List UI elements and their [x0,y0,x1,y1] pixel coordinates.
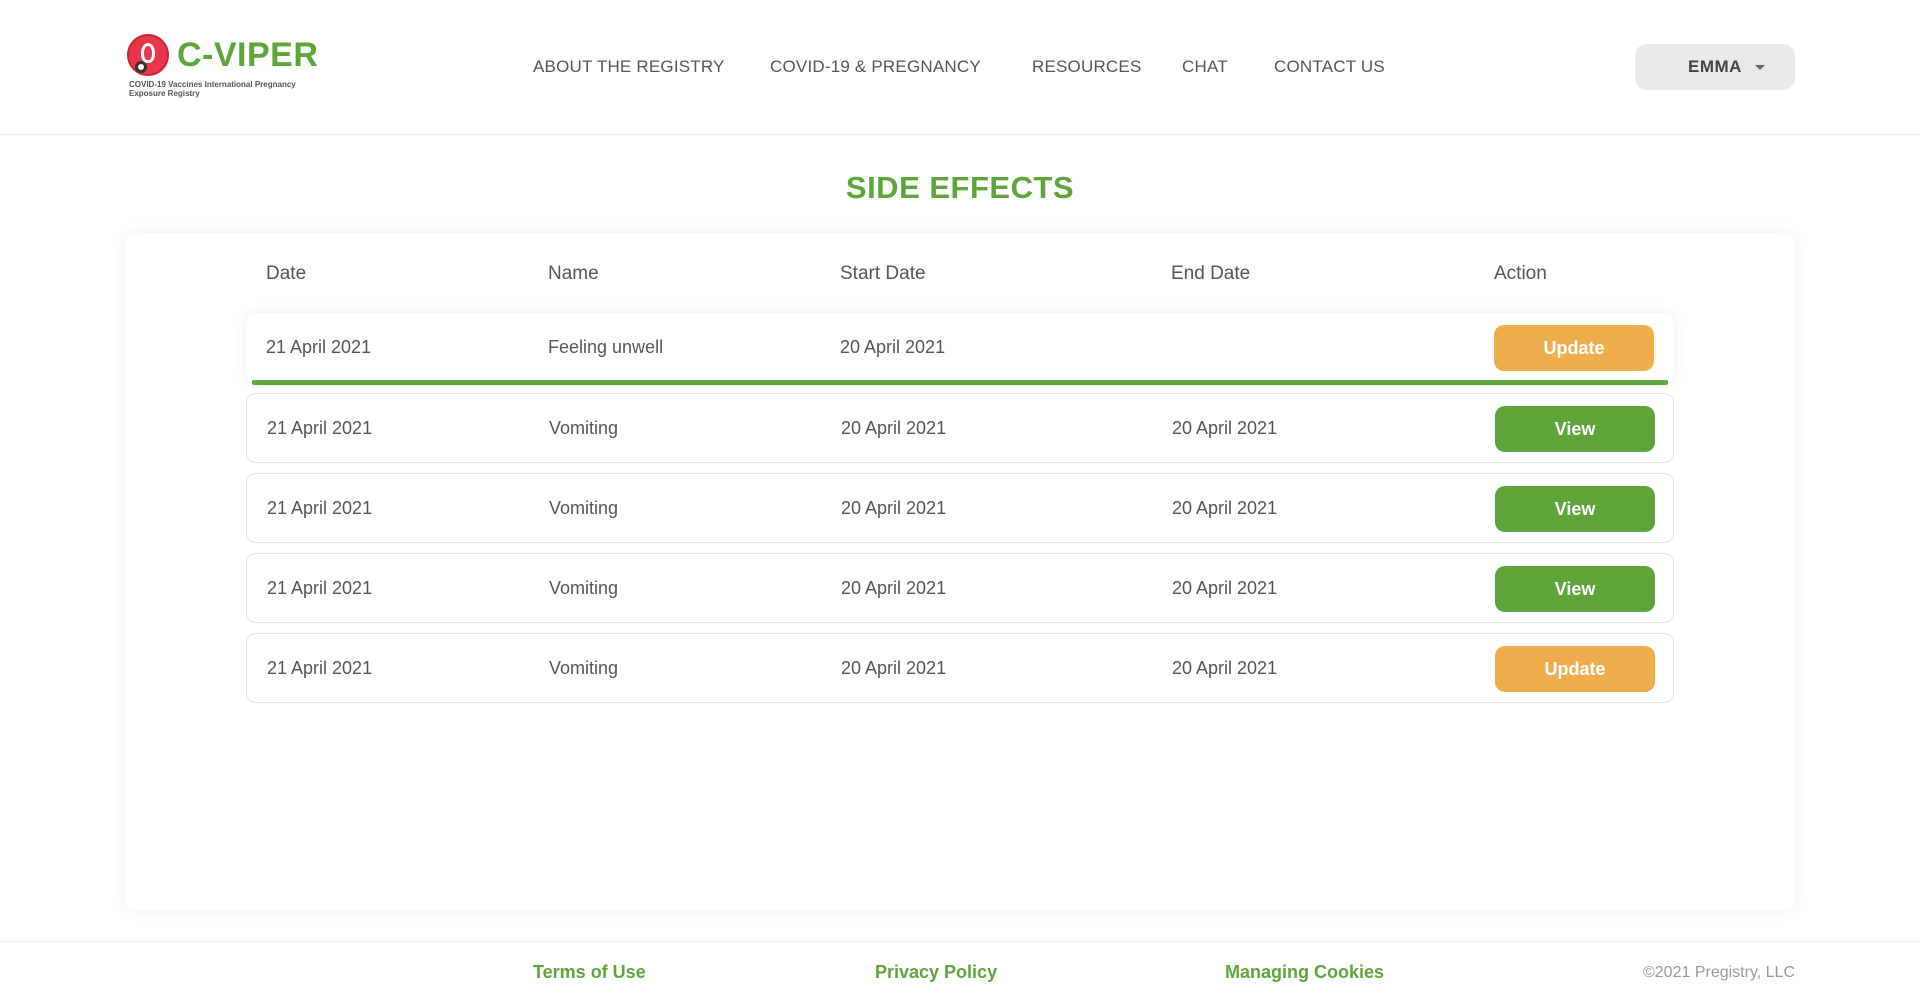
column-header-date: Date [266,263,307,284]
nav-about-registry[interactable]: ABOUT THE REGISTRY [533,57,725,77]
nav-contact-us[interactable]: CONTACT US [1274,57,1385,77]
cell-end-date: 20 April 2021 [1172,418,1278,438]
cell-start-date: 20 April 2021 [841,418,947,438]
site-header: C-VIPER COVID-19 Vaccines International … [0,0,1920,135]
cell-date: 21 April 2021 [266,337,372,357]
cell-date: 21 April 2021 [267,578,373,598]
managing-cookies-link[interactable]: Managing Cookies [1225,962,1384,983]
table-row[interactable]: 21 April 2021 Vomiting 20 April 2021 20 … [246,553,1674,623]
cell-name: Vomiting [549,578,619,598]
table-header: Date Name Start Date End Date Action [125,233,1795,313]
update-button[interactable]: Update [1494,325,1654,371]
view-button[interactable]: View [1495,486,1655,532]
cell-name: Vomiting [549,658,619,678]
caret-down-icon [1755,65,1765,70]
logo-icon [127,34,169,76]
cell-name: Feeling unwell [548,337,664,357]
copyright-text: ©2021 Pregistry, LLC [1642,964,1795,981]
user-name: EMMA [1688,57,1742,76]
logo-subtitle: COVID-19 Vaccines International Pregnanc… [129,80,296,98]
column-header-start-date: Start Date [840,263,926,284]
cell-date: 21 April 2021 [267,658,373,678]
column-header-end-date: End Date [1171,263,1251,284]
cell-end-date: 20 April 2021 [1172,658,1278,678]
cell-start-date: 20 April 2021 [841,658,947,678]
cell-date: 21 April 2021 [267,418,373,438]
cell-date: 21 April 2021 [267,498,373,518]
view-button[interactable]: View [1495,566,1655,612]
cell-end-date: 20 April 2021 [1172,498,1278,518]
cell-start-date: 20 April 2021 [841,498,947,518]
logo[interactable]: C-VIPER COVID-19 Vaccines International … [127,34,327,104]
table-row[interactable]: 21 April 2021 Vomiting 20 April 2021 20 … [246,633,1674,703]
cell-end-date: 20 April 2021 [1172,578,1278,598]
cell-name: Vomiting [549,418,619,438]
column-header-name: Name [548,263,599,284]
cell-start-date: 20 April 2021 [840,337,946,357]
table-row[interactable]: 21 April 2021 Vomiting 20 April 2021 20 … [246,393,1674,463]
nav-chat[interactable]: CHAT [1182,57,1228,77]
cell-start-date: 20 April 2021 [841,578,947,598]
table-row[interactable]: 21 April 2021 Feeling unwell 20 April 20… [246,313,1674,385]
view-button[interactable]: View [1495,406,1655,452]
privacy-policy-link[interactable]: Privacy Policy [875,962,997,983]
active-row-indicator [252,380,1668,385]
terms-of-use-link[interactable]: Terms of Use [533,962,646,983]
site-footer: Terms of Use Privacy Policy Managing Coo… [0,941,1920,1003]
nav-covid-pregnancy[interactable]: COVID-19 & PREGNANCY [770,57,981,77]
nav-resources[interactable]: RESOURCES [1032,57,1142,77]
page-title: SIDE EFFECTS [845,170,1075,205]
column-header-action: Action [1494,263,1547,284]
update-button[interactable]: Update [1495,646,1655,692]
logo-title: C-VIPER [177,36,319,74]
table-row[interactable]: 21 April 2021 Vomiting 20 April 2021 20 … [246,473,1674,543]
user-menu-button[interactable]: EMMA [1635,44,1795,90]
side-effects-card: Date Name Start Date End Date Action 21 … [125,233,1795,910]
cell-name: Vomiting [549,498,619,518]
